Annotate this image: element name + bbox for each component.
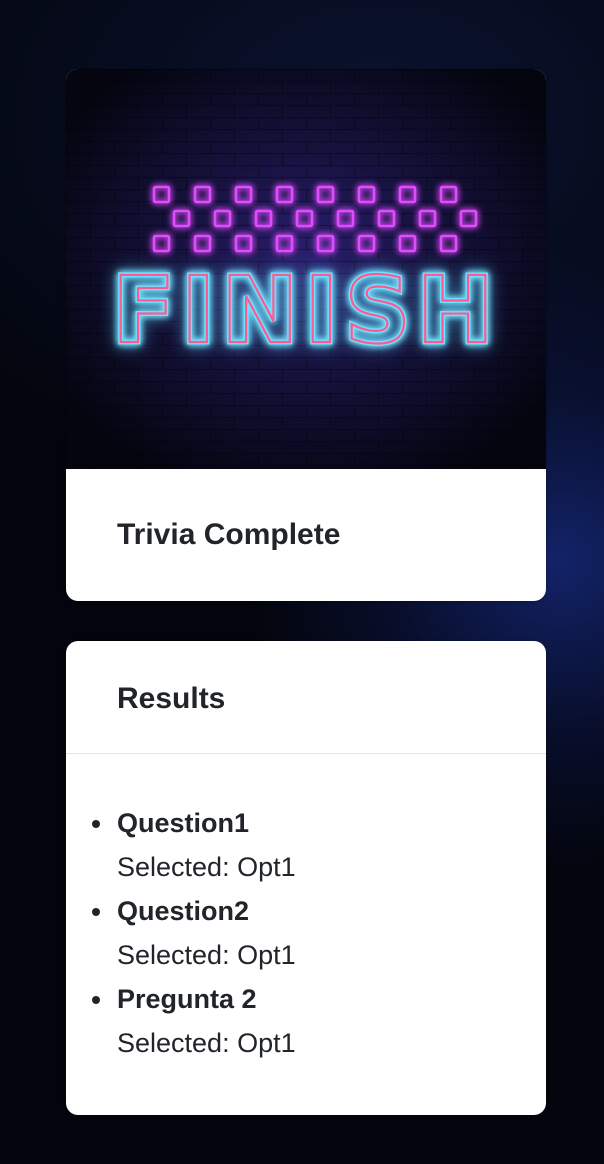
selected-label: Selected:: [117, 940, 230, 970]
result-item: Pregunta 2 Selected: Opt1: [66, 979, 546, 1067]
trivia-complete-title: Trivia Complete: [117, 518, 341, 551]
bullet-icon: [92, 908, 100, 916]
question-name: Pregunta 2: [117, 984, 257, 1014]
results-card: Results Question1 Selected: Opt1 Question2…: [66, 641, 546, 1115]
results-header: Results: [66, 641, 546, 754]
selected-label: Selected:: [117, 1028, 230, 1058]
finish-sign-inner: FINISH: [112, 257, 500, 364]
result-item: Question1 Selected: Opt1: [66, 803, 546, 891]
selected-value: Opt1: [237, 852, 296, 882]
bullet-icon: [92, 820, 100, 828]
finish-card: FINISH FINISH FINISH Trivia Complete: [66, 69, 546, 601]
selected-value: Opt1: [237, 1028, 296, 1058]
result-item: Question2 Selected: Opt1: [66, 891, 546, 979]
selected-label: Selected:: [117, 852, 230, 882]
results-list: Question1 Selected: Opt1 Question2 Selected…: [66, 803, 546, 1067]
question-name: Question1: [117, 808, 250, 838]
bullet-icon: [92, 996, 100, 1004]
selected-value: Opt1: [237, 940, 296, 970]
selected-answer: Selected: Opt1: [117, 1023, 296, 1063]
selected-answer: Selected: Opt1: [117, 935, 296, 975]
question-name: Question2: [117, 896, 250, 926]
results-title: Results: [117, 682, 226, 715]
finish-neon-image: FINISH FINISH FINISH: [66, 69, 546, 469]
selected-answer: Selected: Opt1: [117, 847, 296, 887]
